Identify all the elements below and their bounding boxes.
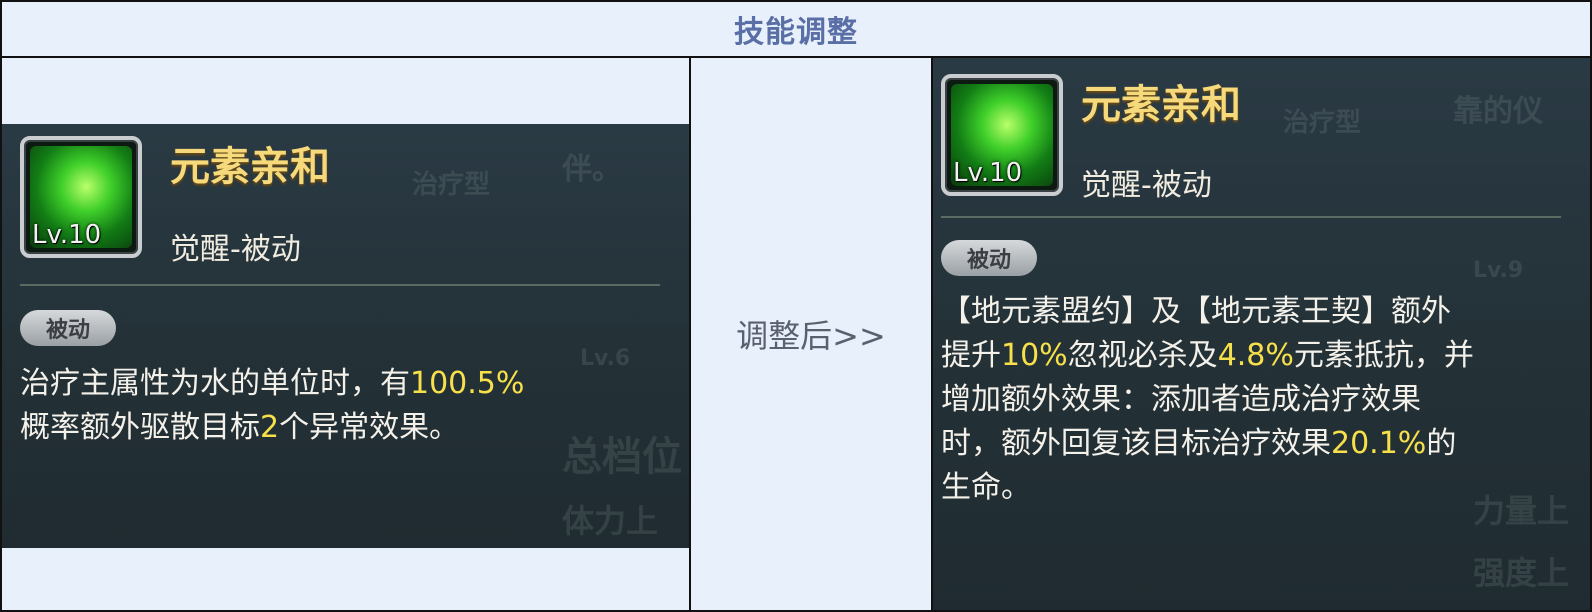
description-line: 治疗主属性为水的单位时，有100.5% (20, 366, 525, 401)
skill-name: 元素亲和 (170, 144, 330, 190)
description-line: 提升10%忽视必杀及4.8%元素抵抗，并 (941, 338, 1474, 373)
skill-name: 元素亲和 (1081, 82, 1241, 128)
description-line: 生命。 (941, 470, 1031, 505)
divider (941, 216, 1561, 218)
skill-description: 治疗主属性为水的单位时，有100.5% 概率额外驱散目标2个异常效果。 (20, 362, 660, 450)
skill-level: Lv.10 (32, 220, 102, 250)
background-text: 体力上 (562, 502, 659, 540)
background-text: Lv.9 (1473, 258, 1524, 283)
description-line: 【地元素盟约】及【地元素王契】额外 (941, 294, 1451, 329)
background-text: 伴。 (562, 152, 622, 187)
skill-type: 觉醒-被动 (170, 232, 301, 267)
description-line: 时，额外回复该目标治疗效果20.1%的 (941, 426, 1457, 461)
divider (20, 284, 660, 286)
table-header: 技能调整 (2, 2, 1590, 58)
skill-icon: Lv.10 (20, 136, 142, 258)
background-text: 治疗型 (1283, 108, 1362, 138)
adjustment-arrow-cell: 调整后>> (691, 58, 931, 610)
description-line: 概率额外驱散目标2个异常效果。 (20, 410, 460, 445)
background-text: 治疗型 (412, 170, 491, 200)
passive-badge: 被动 (20, 310, 117, 346)
passive-badge: 被动 (941, 240, 1038, 276)
skill-level: Lv.10 (953, 158, 1023, 188)
skill-adjustment-table: 技能调整 治疗型 伴。 总档位 体力上 Lv.6 Lv.10 元素亲和 觉醒-被… (0, 0, 1592, 612)
skill-icon: Lv.10 (941, 74, 1063, 196)
skill-card-before: 治疗型 伴。 总档位 体力上 Lv.6 Lv.10 元素亲和 觉醒-被动 被动 … (2, 124, 689, 548)
skill-card-after: 治疗型 靠的仪 Lv.9 力量上 强度上 Lv.10 元素亲和 觉醒-被动 被动… (933, 58, 1590, 610)
background-text: 靠的仪 (1453, 94, 1543, 129)
adjusted-label: 调整后>> (736, 317, 886, 355)
skill-type: 觉醒-被动 (1081, 168, 1212, 203)
description-line: 增加额外效果：添加者造成治疗效果 (941, 382, 1421, 417)
background-text: 强度上 (1473, 554, 1570, 592)
skill-description: 【地元素盟约】及【地元素王契】额外 提升10%忽视必杀及4.8%元素抵抗，并 增… (941, 290, 1581, 510)
page-title: 技能调整 (734, 15, 858, 50)
